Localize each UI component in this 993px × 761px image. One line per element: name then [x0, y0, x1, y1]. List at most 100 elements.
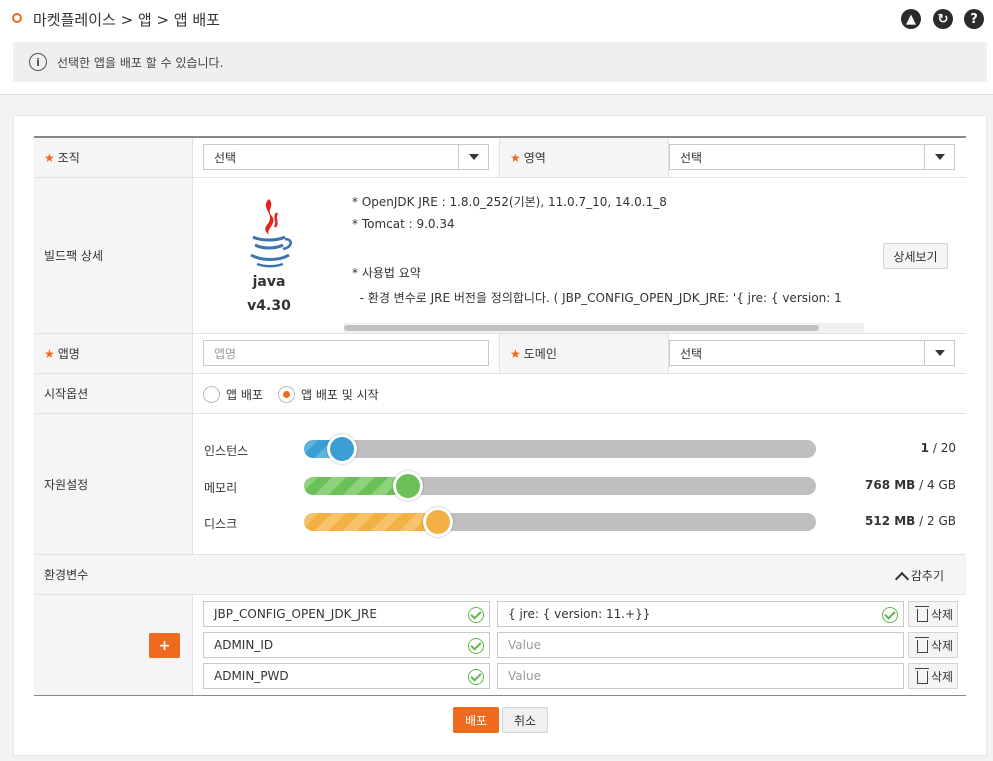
env-value-input[interactable]: Value — [497, 632, 904, 658]
domain-select[interactable]: 선택 — [669, 340, 955, 366]
radio-deploy-label: 앱 배포 — [226, 387, 263, 402]
env-key-input[interactable]: ADMIN_ID — [203, 632, 490, 658]
hide-env-button[interactable]: 감추기 — [894, 567, 944, 586]
area-select-value: 선택 — [680, 150, 703, 165]
chevron-down-icon — [458, 145, 488, 169]
row-appname-domain: ★ 앱명 앱명 ★ 도메인 선택 — [34, 334, 966, 374]
buildpack-version: v4.30 — [247, 298, 291, 314]
instance-value-max: / 20 — [932, 441, 956, 455]
env-key-value: JBP_CONFIG_OPEN_JDK_JRE — [214, 607, 377, 621]
area-select[interactable]: 선택 — [669, 144, 955, 170]
java-logo-icon — [250, 199, 292, 268]
deploy-panel: ★ 조직 선택 ★ 영역 선택 빌드팩 상세 java v4.30 * Open… — [13, 115, 987, 756]
env-value-input[interactable]: { jre: { version: 11.+}} — [497, 601, 904, 627]
org-label: ★ 조직 — [34, 138, 193, 177]
instance-label: 인스턴스 — [204, 444, 249, 458]
info-icon: i — [29, 53, 47, 71]
row-env-header: 환경변수 감추기 — [34, 555, 966, 595]
trash-icon — [915, 637, 929, 653]
info-text: 선택한 앱을 배포 할 수 있습니다. — [57, 55, 224, 70]
row-buildpack: 빌드팩 상세 java v4.30 * OpenJDK JRE : 1.8.0_… — [34, 178, 966, 334]
delete-env-button[interactable]: 삭제 — [908, 632, 958, 658]
org-select[interactable]: 선택 — [203, 144, 489, 170]
buildpack-scrollbar[interactable] — [344, 323, 864, 333]
deploy-button[interactable]: 배포 — [453, 707, 499, 733]
disk-value: 512 MB / 2 GB — [865, 514, 956, 528]
env-label: 환경변수 — [34, 555, 193, 594]
buildpack-info-line: * OpenJDK JRE : 1.8.0_252(기본), 11.0.7_10… — [352, 195, 667, 209]
env-key-input[interactable]: ADMIN_PWD — [203, 663, 490, 689]
app-name-input[interactable]: 앱명 — [203, 340, 489, 366]
add-env-button[interactable]: + — [149, 633, 180, 658]
delete-label: 삭제 — [931, 638, 954, 653]
env-value-placeholder: Value — [508, 638, 541, 652]
memory-slider-track[interactable] — [304, 477, 816, 495]
row-org-area: ★ 조직 선택 ★ 영역 선택 — [34, 138, 966, 178]
domain-label: ★ 도메인 — [499, 334, 669, 373]
check-circle-icon — [468, 607, 484, 623]
domain-select-value: 선택 — [680, 346, 703, 361]
memory-slider-handle[interactable] — [393, 471, 423, 501]
row-env-vars: + JBP_CONFIG_OPEN_JDK_JRE { jre: { versi… — [34, 595, 966, 695]
radio-deploy-start-label: 앱 배포 및 시작 — [301, 387, 379, 402]
disk-value-current: 512 MB — [865, 514, 916, 528]
delete-env-button[interactable]: 삭제 — [908, 601, 958, 627]
instance-slider-track[interactable] — [304, 440, 816, 458]
disk-slider-handle[interactable] — [423, 507, 453, 537]
env-value-placeholder: Value — [508, 669, 541, 683]
delete-label: 삭제 — [931, 607, 954, 622]
row-resources: 자원설정 인스턴스 1 / 20 메모리 768 MB / 4 GB 디스크 5… — [34, 414, 966, 555]
disk-slider-track[interactable] — [304, 513, 816, 531]
buildpack-info-line: * Tomcat : 9.0.34 — [352, 217, 455, 231]
disk-slider-fill — [304, 513, 439, 531]
help-icon[interactable]: ? — [964, 9, 984, 29]
info-banner: i 선택한 앱을 배포 할 수 있습니다. — [13, 42, 987, 82]
radio-circle[interactable] — [203, 385, 220, 403]
chevron-down-icon — [924, 145, 954, 169]
org-select-value: 선택 — [214, 150, 237, 165]
env-value-value: { jre: { version: 11.+}} — [508, 607, 651, 621]
radio-circle-selected[interactable] — [278, 385, 295, 403]
instance-value: 1 / 20 — [921, 441, 956, 455]
required-icon: ★ — [510, 346, 521, 361]
trash-icon — [915, 668, 929, 684]
instance-slider-handle[interactable] — [327, 434, 357, 464]
radio-deploy[interactable]: 앱 배포 — [203, 374, 263, 414]
memory-value-max: / 4 GB — [919, 478, 956, 492]
start-option-label: 시작옵션 — [34, 374, 193, 413]
env-key-input[interactable]: JBP_CONFIG_OPEN_JDK_JRE — [203, 601, 490, 627]
env-key-value: ADMIN_PWD — [214, 669, 289, 683]
cancel-button[interactable]: 취소 — [502, 707, 548, 733]
chevron-up-icon — [894, 571, 909, 586]
area-label: ★ 영역 — [499, 138, 669, 177]
detail-button[interactable]: 상세보기 — [883, 243, 948, 269]
chevron-down-icon — [924, 341, 954, 365]
app-name-label: ★ 앱명 — [34, 334, 193, 373]
buildpack-info-line: * 사용법 요약 — [352, 266, 421, 280]
resources-label: 자원설정 — [34, 414, 193, 554]
user-icon[interactable]: ▲ — [901, 9, 921, 29]
breadcrumb: 마켓플레이스 > 앱 > 앱 배포 — [33, 11, 220, 29]
scrollbar-thumb[interactable] — [344, 325, 819, 331]
header-bar: 마켓플레이스 > 앱 > 앱 배포 ▲ ↻ ? i 선택한 앱을 배포 할 수 … — [0, 0, 993, 95]
row-start-option: 시작옵션 앱 배포 앱 배포 및 시작 — [34, 374, 966, 414]
check-circle-icon — [468, 638, 484, 654]
required-icon: ★ — [44, 150, 55, 165]
memory-label: 메모리 — [204, 481, 238, 495]
buildpack-name: java — [252, 274, 286, 290]
org-label-text: 조직 — [57, 151, 80, 165]
env-key-value: ADMIN_ID — [214, 638, 274, 652]
check-circle-icon — [468, 669, 484, 685]
breadcrumb-dot-icon — [12, 13, 22, 23]
radio-deploy-start[interactable]: 앱 배포 및 시작 — [278, 374, 379, 414]
disk-value-max: / 2 GB — [919, 514, 956, 528]
deploy-form: ★ 조직 선택 ★ 영역 선택 빌드팩 상세 java v4.30 * Open… — [34, 136, 966, 696]
buildpack-label: 빌드팩 상세 — [34, 178, 193, 333]
delete-env-button[interactable]: 삭제 — [908, 663, 958, 689]
area-label-text: 영역 — [523, 151, 546, 165]
refresh-icon[interactable]: ↻ — [933, 9, 953, 29]
env-value-input[interactable]: Value — [497, 663, 904, 689]
required-icon: ★ — [44, 346, 55, 361]
buildpack-info-line: - 환경 변수로 JRE 버전을 정의합니다. ( JBP_CONFIG_OPE… — [352, 291, 842, 305]
trash-icon — [915, 606, 929, 622]
